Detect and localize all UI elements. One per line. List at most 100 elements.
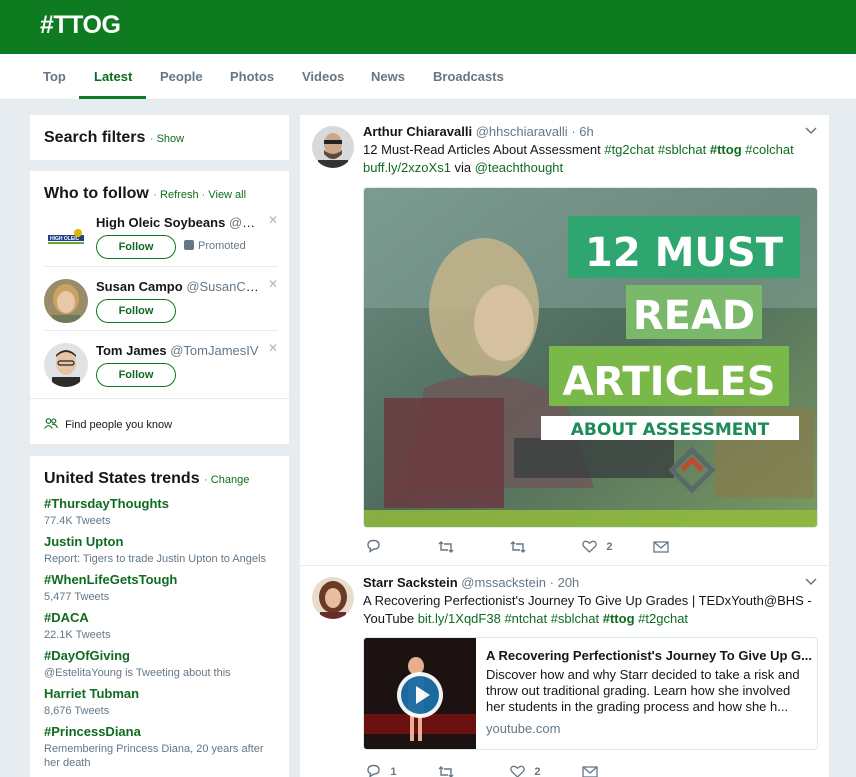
hashtag-link[interactable]: #colchat (745, 142, 793, 157)
heart-icon (582, 540, 597, 553)
dismiss-icon[interactable]: ✕ (268, 277, 278, 291)
hashtag-link[interactable]: #ttog (710, 142, 742, 157)
mention-link[interactable]: @teachthought (475, 160, 563, 175)
retweet-button[interactable] (438, 764, 454, 777)
avatar[interactable] (312, 577, 354, 619)
trend-context: Remembering Princess Diana, 20 years aft… (44, 743, 264, 769)
trend-item[interactable]: #DACA 22.1K Tweets (44, 610, 284, 642)
trend-item[interactable]: #ThursdayThoughts 77.4K Tweets (44, 496, 284, 528)
tweet-header: Arthur Chiaravalli @hhschiaravalli · 6h (363, 124, 594, 139)
image-title-line2: READ (633, 293, 755, 339)
search-tabs: Top Latest People Photos Videos News Bro… (0, 54, 856, 100)
play-icon[interactable] (397, 672, 443, 718)
tab-broadcasts[interactable]: Broadcasts (433, 69, 504, 84)
trend-item[interactable]: Harriet Tubman 8,676 Tweets (44, 686, 284, 718)
tweet-author-name[interactable]: Starr Sackstein (363, 575, 458, 590)
trend-name[interactable]: #DayOfGiving (44, 648, 284, 663)
tweet[interactable]: Starr Sackstein @mssackstein · 20h A Rec… (300, 566, 829, 777)
user-name-line[interactable]: Susan Campo @SusanCa... (96, 279, 262, 294)
tweet[interactable]: Arthur Chiaravalli @hhschiaravalli · 6h … (300, 115, 829, 565)
avatar[interactable] (44, 279, 88, 323)
suggested-user: Susan Campo @SusanCa... ✕ Follow (44, 271, 278, 333)
follow-button[interactable]: Follow (96, 299, 176, 323)
hashtag-link[interactable]: #ntchat #sblchat (504, 611, 599, 626)
hashtag-link[interactable]: #t2gchat (638, 611, 688, 626)
tab-top[interactable]: Top (43, 69, 66, 84)
retweet-button[interactable] (510, 539, 526, 553)
show-filters-link[interactable]: Show (157, 133, 185, 145)
direct-message-button[interactable] (653, 539, 669, 553)
reply-button[interactable]: 1 (366, 764, 396, 777)
trend-item[interactable]: Justin Upton Report: Tigers to trade Jus… (44, 534, 284, 566)
user-name-line[interactable]: High Oleic Soybeans @H... (96, 215, 262, 230)
trend-name[interactable]: #WhenLifeGetsTough (44, 572, 284, 587)
promoted-label: Promoted (184, 240, 246, 252)
user-name: High Oleic Soybeans (96, 215, 226, 230)
chevron-down-icon[interactable] (805, 574, 817, 589)
who-to-follow-card: Who to follow · Refresh · View all HIGH … (30, 171, 289, 444)
reply-button[interactable] (366, 539, 381, 553)
follow-button[interactable]: Follow (96, 235, 176, 259)
trend-item[interactable]: #PrincessDiana Remembering Princess Dian… (44, 724, 269, 770)
retweet-button[interactable] (438, 539, 454, 553)
hashtag-link[interactable]: #ttog (603, 611, 635, 626)
user-handle: @TomJamesIV (170, 343, 259, 358)
dismiss-icon[interactable]: ✕ (268, 213, 278, 227)
direct-message-button[interactable] (582, 764, 598, 777)
trend-name[interactable]: #DACA (44, 610, 284, 625)
avatar[interactable] (44, 343, 88, 387)
tab-latest[interactable]: Latest (94, 69, 132, 84)
active-tab-indicator (79, 96, 146, 99)
card-description: Discover how and why Starr decided to ta… (486, 667, 800, 714)
tab-news[interactable]: News (371, 69, 405, 84)
tab-photos[interactable]: Photos (230, 69, 274, 84)
trend-context: Report: Tigers to trade Justin Upton to … (44, 553, 266, 565)
find-people-link[interactable]: Find people you know (44, 418, 172, 431)
trend-item[interactable]: #WhenLifeGetsTough 5,477 Tweets (44, 572, 284, 604)
tweet-author-handle[interactable]: @mssackstein (461, 575, 546, 590)
people-icon (44, 418, 58, 429)
soybean-logo[interactable]: HIGH OLEIC (44, 215, 88, 259)
trends-title: United States trends (44, 470, 200, 487)
avatar[interactable] (312, 126, 354, 168)
trend-name[interactable]: Justin Upton (44, 534, 284, 549)
trends-card: United States trends · Change #ThursdayT… (30, 456, 289, 777)
dismiss-icon[interactable]: ✕ (268, 341, 278, 355)
tweet-header: Starr Sackstein @mssackstein · 20h (363, 575, 580, 590)
tab-people[interactable]: People (160, 69, 203, 84)
chevron-down-icon[interactable] (805, 123, 817, 138)
user-handle: @SusanCa... (186, 279, 262, 294)
user-name-line[interactable]: Tom James @TomJamesIV (96, 343, 262, 358)
card-title: A Recovering Perfectionist's Journey To … (486, 648, 812, 663)
trend-item[interactable]: #DayOfGiving @EstelitaYoung is Tweeting … (44, 648, 284, 680)
trend-name[interactable]: #PrincessDiana (44, 724, 269, 739)
tweet-author-handle[interactable]: @hhschiaravalli (476, 124, 568, 139)
tab-videos[interactable]: Videos (302, 69, 344, 84)
view-all-link[interactable]: View all (208, 189, 246, 201)
like-button[interactable]: 2 (510, 764, 540, 777)
like-count: 2 (534, 766, 541, 777)
suggested-user: Tom James @TomJamesIV ✕ Follow (44, 335, 278, 397)
image-title-line1: 12 MUST (585, 230, 784, 276)
change-trends-link[interactable]: Change (211, 474, 250, 486)
hashtag-link[interactable]: #tg2chat #sblchat (604, 142, 706, 157)
trend-context: 5,477 Tweets (44, 591, 110, 603)
tweet-text: 12 Must-Read Articles About Assessment #… (363, 142, 794, 175)
video-thumbnail[interactable] (364, 638, 476, 749)
tweet-timestamp[interactable]: 6h (579, 124, 593, 139)
url-link[interactable]: buff.ly/2xzoXs1 (363, 160, 451, 175)
like-button[interactable]: 2 (582, 539, 612, 553)
divider (30, 398, 289, 399)
tweet-author-name[interactable]: Arthur Chiaravalli (363, 124, 472, 139)
url-link[interactable]: bit.ly/1XqdF38 (418, 611, 501, 626)
link-preview-card[interactable]: A Recovering Perfectionist's Journey To … (363, 637, 818, 750)
tweet-timestamp[interactable]: 20h (558, 575, 580, 590)
tweet-media-image[interactable]: 12 MUST READ ARTICLES ABOUT ASSESSMENT (363, 187, 818, 528)
follow-button[interactable]: Follow (96, 363, 176, 387)
user-handle: @H... (228, 215, 262, 230)
trend-name[interactable]: Harriet Tubman (44, 686, 284, 701)
refresh-link[interactable]: Refresh (160, 189, 199, 201)
card-domain: youtube.com (486, 721, 561, 736)
trend-name[interactable]: #ThursdayThoughts (44, 496, 284, 511)
user-name: Tom James (96, 343, 167, 358)
